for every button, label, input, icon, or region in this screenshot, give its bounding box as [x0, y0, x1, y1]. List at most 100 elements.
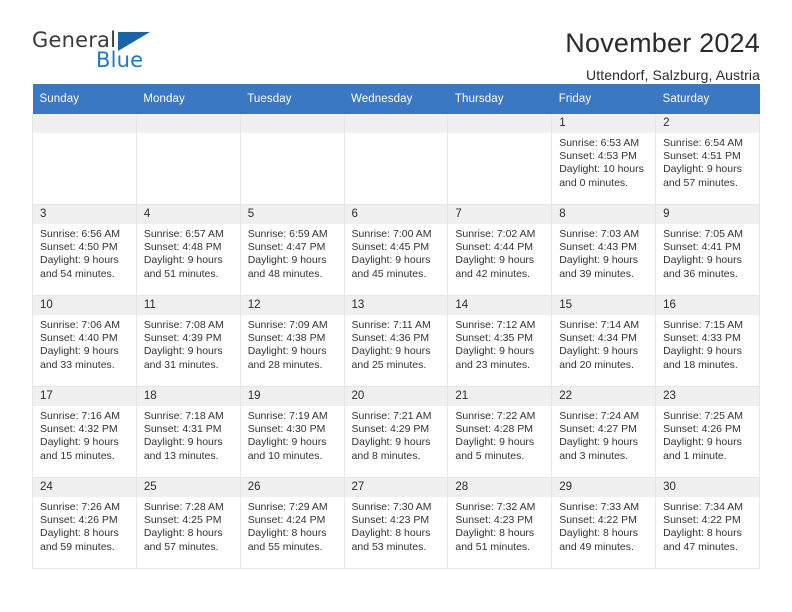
calendar-day-cell[interactable]: 7 Sunrise: 7:02 AM Sunset: 4:44 PM Daylight…	[447, 204, 553, 296]
day-sun-info: Sunrise: 7:06 AM Sunset: 4:40 PM Daylight:…	[33, 315, 136, 372]
calendar-day-cell[interactable]: 28 Sunrise: 7:32 AM Sunset: 4:23 PM Dayligh…	[447, 477, 553, 569]
day-number: 15	[552, 296, 656, 315]
calendar-day-cell[interactable]: 30 Sunrise: 7:34 AM Sunset: 4:22 PM Dayligh…	[655, 477, 760, 569]
daylight-text: Daylight: 8 hours and 53 minutes.	[351, 527, 431, 553]
calendar-day-cell-empty	[32, 114, 137, 205]
general-blue-logo[interactable]: General Blue	[32, 28, 182, 76]
calendar-day-cell[interactable]: 6 Sunrise: 7:00 AM Sunset: 4:45 PM Daylight…	[343, 204, 449, 296]
day-number: 6	[344, 205, 448, 224]
day-number: 30	[656, 478, 759, 497]
calendar-day-cell[interactable]: 19 Sunrise: 7:19 AM Sunset: 4:30 PM Dayligh…	[239, 386, 345, 478]
calendar-day-cell[interactable]: 15 Sunrise: 7:14 AM Sunset: 4:34 PM Dayligh…	[551, 295, 657, 387]
calendar-day-cell[interactable]: 16 Sunrise: 7:15 AM Sunset: 4:33 PM Dayligh…	[655, 295, 760, 387]
sunset-text: Sunset: 4:35 PM	[455, 332, 534, 345]
sunset-text: Sunset: 4:30 PM	[247, 423, 326, 436]
day-sun-info: Sunrise: 7:18 AM Sunset: 4:31 PM Daylight:…	[137, 406, 240, 463]
day-number: 7	[448, 205, 552, 224]
calendar-day-cell[interactable]: 14 Sunrise: 7:12 AM Sunset: 4:35 PM Dayligh…	[447, 295, 553, 387]
day-number: 13	[344, 296, 448, 315]
day-sun-info: Sunrise: 7:33 AM Sunset: 4:22 PM Daylight:…	[552, 497, 655, 554]
calendar-day-cell[interactable]: 10 Sunrise: 7:06 AM Sunset: 4:40 PM Dayligh…	[32, 295, 137, 387]
calendar-day-cell[interactable]: 13 Sunrise: 7:11 AM Sunset: 4:36 PM Dayligh…	[343, 295, 449, 387]
calendar-day-cell[interactable]: 24 Sunrise: 7:26 AM Sunset: 4:26 PM Dayligh…	[32, 477, 137, 569]
calendar-day-cell[interactable]: 1 Sunrise: 6:53 AM Sunset: 4:53 PM Daylight…	[551, 114, 657, 205]
sunrise-text: Sunrise: 7:21 AM	[351, 410, 432, 422]
sunrise-text: Sunrise: 7:06 AM	[40, 319, 120, 331]
calendar-day-cell[interactable]: 23 Sunrise: 7:25 AM Sunset: 4:26 PM Dayligh…	[655, 386, 760, 478]
daylight-text: Daylight: 9 hours and 8 minutes.	[351, 436, 431, 462]
calendar-day-cell[interactable]: 11 Sunrise: 7:08 AM Sunset: 4:39 PM Dayligh…	[135, 295, 241, 387]
day-number: 22	[552, 387, 656, 406]
day-sun-info: Sunrise: 7:11 AM Sunset: 4:36 PM Daylight:…	[345, 315, 448, 372]
calendar-day-cell[interactable]: 21 Sunrise: 7:22 AM Sunset: 4:28 PM Dayligh…	[447, 386, 553, 478]
sunset-text: Sunset: 4:26 PM	[40, 514, 118, 527]
sunset-text: Sunset: 4:40 PM	[40, 332, 118, 345]
calendar-day-cell[interactable]: 20 Sunrise: 7:21 AM Sunset: 4:29 PM Dayligh…	[343, 386, 449, 478]
daylight-text: Daylight: 9 hours and 28 minutes.	[247, 345, 327, 371]
calendar-day-cell[interactable]: 18 Sunrise: 7:18 AM Sunset: 4:31 PM Dayligh…	[135, 386, 241, 478]
day-sun-info: Sunrise: 7:15 AM Sunset: 4:33 PM Daylight:…	[656, 315, 759, 372]
daylight-text: Daylight: 9 hours and 5 minutes.	[455, 436, 535, 462]
calendar-day-cell[interactable]: 17 Sunrise: 7:16 AM Sunset: 4:32 PM Dayligh…	[32, 386, 137, 478]
calendar-day-cell[interactable]: 26 Sunrise: 7:29 AM Sunset: 4:24 PM Dayligh…	[239, 477, 345, 569]
calendar-day-cell[interactable]: 8 Sunrise: 7:03 AM Sunset: 4:43 PM Daylight…	[551, 204, 657, 296]
sunrise-text: Sunrise: 7:00 AM	[351, 228, 432, 240]
daylight-text: Daylight: 8 hours and 47 minutes.	[663, 527, 742, 553]
calendar-day-cell[interactable]: 12 Sunrise: 7:09 AM Sunset: 4:38 PM Dayligh…	[239, 295, 345, 387]
sunrise-text: Sunrise: 7:22 AM	[455, 410, 536, 422]
day-number: 21	[448, 387, 552, 406]
title-block: November 2024 Uttendorf, Salzburg, Austr…	[565, 28, 760, 83]
calendar-day-cell[interactable]: 25 Sunrise: 7:28 AM Sunset: 4:25 PM Dayligh…	[135, 477, 241, 569]
page-header: General Blue November 2024 Uttendorf, Sa…	[0, 0, 792, 83]
day-number: 3	[33, 205, 136, 224]
sunrise-text: Sunrise: 7:29 AM	[247, 501, 328, 513]
sunrise-text: Sunrise: 7:18 AM	[143, 410, 224, 422]
sunrise-text: Sunrise: 7:32 AM	[455, 501, 536, 513]
sunset-text: Sunset: 4:48 PM	[143, 241, 222, 254]
weekday-header-wednesday: Wednesday	[344, 84, 448, 114]
day-number: 8	[552, 205, 656, 224]
day-number: 26	[240, 478, 344, 497]
day-number: 18	[136, 387, 240, 406]
weekday-header-thursday: Thursday	[447, 84, 552, 114]
day-number: 12	[240, 296, 344, 315]
day-number: 24	[33, 478, 136, 497]
calendar-week-row: 24 Sunrise: 7:26 AM Sunset: 4:26 PM Dayligh…	[32, 477, 760, 569]
sunrise-text: Sunrise: 6:54 AM	[663, 137, 744, 149]
weekday-header-saturday: Saturday	[655, 84, 760, 114]
daylight-text: Daylight: 9 hours and 1 minute.	[663, 436, 742, 462]
sunset-text: Sunset: 4:34 PM	[559, 332, 637, 345]
day-number	[240, 114, 344, 133]
day-sun-info: Sunrise: 7:05 AM Sunset: 4:41 PM Daylight:…	[656, 224, 759, 281]
calendar-day-cell[interactable]: 29 Sunrise: 7:33 AM Sunset: 4:22 PM Dayligh…	[551, 477, 657, 569]
calendar-day-cell[interactable]: 27 Sunrise: 7:30 AM Sunset: 4:23 PM Dayligh…	[343, 477, 449, 569]
sunrise-text: Sunrise: 7:14 AM	[559, 319, 640, 331]
calendar-day-cell[interactable]: 4 Sunrise: 6:57 AM Sunset: 4:48 PM Daylight…	[135, 204, 241, 296]
calendar-day-cell[interactable]: 9 Sunrise: 7:05 AM Sunset: 4:41 PM Daylight…	[655, 204, 760, 296]
page-title: November 2024	[565, 28, 760, 58]
calendar-day-cell[interactable]: 5 Sunrise: 6:59 AM Sunset: 4:47 PM Daylight…	[239, 204, 345, 296]
day-sun-info: Sunrise: 7:28 AM Sunset: 4:25 PM Daylight:…	[137, 497, 240, 554]
sunrise-text: Sunrise: 7:08 AM	[143, 319, 224, 331]
daylight-text: Daylight: 9 hours and 20 minutes.	[559, 345, 639, 371]
calendar-body: 1 Sunrise: 6:53 AM Sunset: 4:53 PM Daylight…	[32, 114, 760, 569]
day-sun-info: Sunrise: 7:32 AM Sunset: 4:23 PM Daylight:…	[448, 497, 551, 554]
calendar-day-cell[interactable]: 22 Sunrise: 7:24 AM Sunset: 4:27 PM Dayligh…	[551, 386, 657, 478]
calendar-week-row: 17 Sunrise: 7:16 AM Sunset: 4:32 PM Dayligh…	[32, 386, 760, 478]
calendar-day-cell[interactable]: 2 Sunrise: 6:54 AM Sunset: 4:51 PM Daylight…	[655, 114, 760, 205]
day-number: 19	[240, 387, 344, 406]
day-number: 2	[656, 114, 759, 133]
calendar-day-cell[interactable]: 3 Sunrise: 6:56 AM Sunset: 4:50 PM Daylight…	[32, 204, 137, 296]
sunset-text: Sunset: 4:41 PM	[663, 241, 741, 254]
sunrise-text: Sunrise: 7:34 AM	[663, 501, 744, 513]
sunrise-text: Sunrise: 7:33 AM	[559, 501, 640, 513]
sunset-text: Sunset: 4:38 PM	[247, 332, 326, 345]
sunrise-text: Sunrise: 6:56 AM	[40, 228, 120, 240]
day-number: 17	[33, 387, 136, 406]
daylight-text: Daylight: 9 hours and 48 minutes.	[247, 254, 327, 280]
day-number: 9	[656, 205, 759, 224]
sunrise-text: Sunrise: 6:59 AM	[247, 228, 328, 240]
day-number: 25	[136, 478, 240, 497]
day-sun-info: Sunrise: 7:29 AM Sunset: 4:24 PM Daylight:…	[241, 497, 344, 554]
sunset-text: Sunset: 4:53 PM	[559, 150, 637, 163]
